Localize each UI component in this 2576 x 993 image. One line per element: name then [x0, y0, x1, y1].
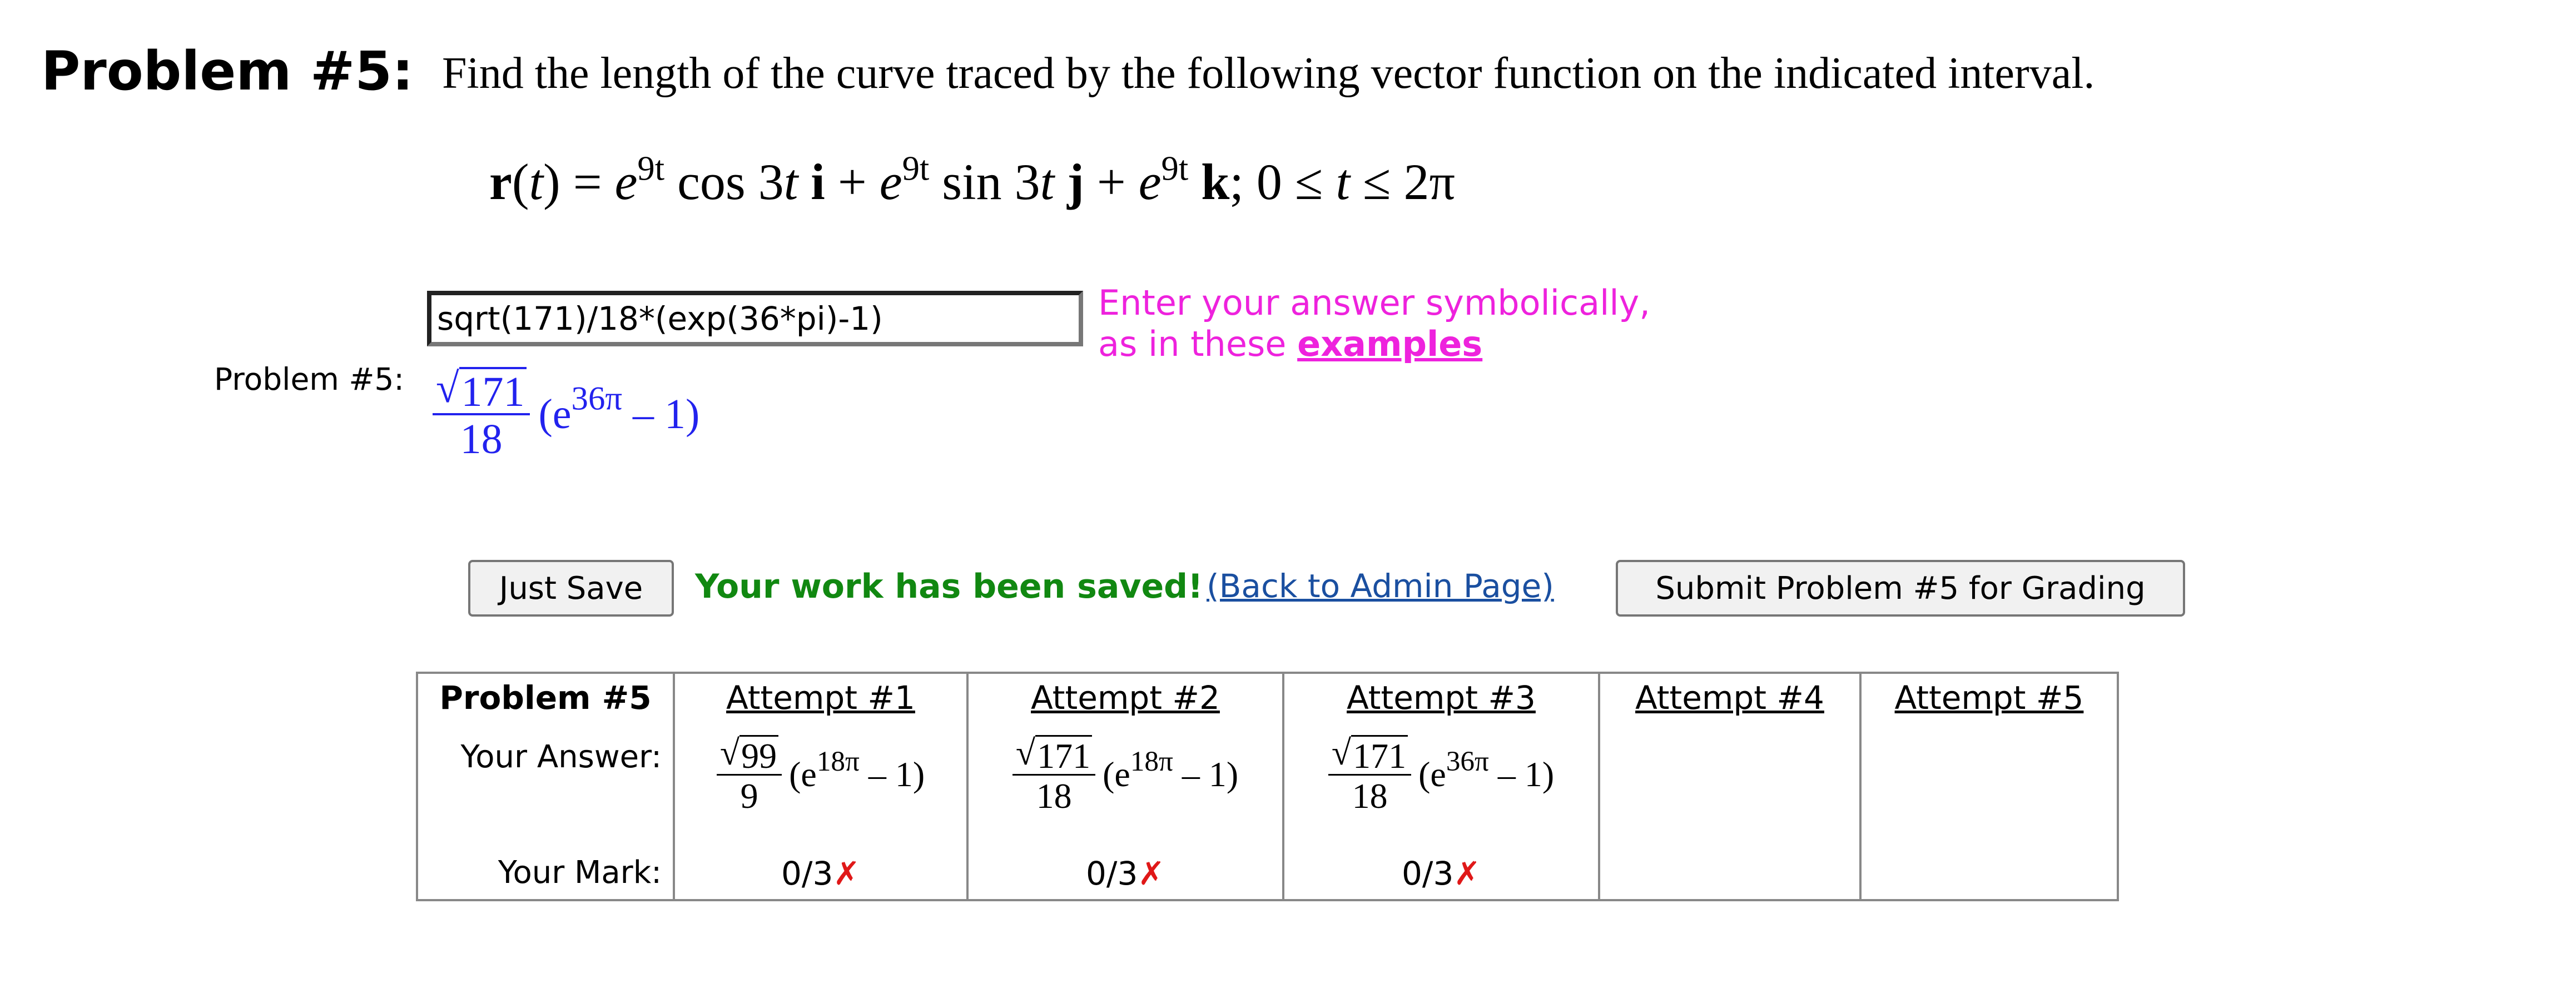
wrong-cross-icon: ✗ — [1453, 855, 1481, 892]
attempts-title: Problem #5 — [439, 679, 652, 717]
saved-message: Your work has been saved! — [695, 567, 1203, 606]
eq-sin: sin 3 — [942, 153, 1040, 210]
hint-line1: Enter your answer symbolically, — [1098, 282, 1650, 323]
answer-side-label: Problem #5: — [214, 361, 404, 397]
preview-radicand: 171 — [459, 367, 527, 413]
examples-link[interactable]: examples — [1297, 324, 1482, 364]
attempt-answer-2: √ 171 18 (e18π – 1) — [969, 735, 1282, 815]
preview-fraction: √ 171 18 — [433, 367, 530, 462]
eq-arg: (t) — [512, 153, 560, 210]
answer-preview: √ 171 18 (e36π – 1) — [433, 367, 699, 462]
vector-function-equation: r(t) = e9t cos 3t i + e9t sin 3t j + e9t… — [489, 148, 1455, 210]
attempt-mark-2: 0/3✗ — [1086, 855, 1165, 892]
problem-instruction: Find the length of the curve traced by t… — [442, 49, 2095, 98]
attempts-table: Problem #5 Your Answer: Your Mark: Attem… — [416, 672, 2119, 901]
eq-j: j — [1067, 153, 1084, 210]
eq-interval-start: ; 0 ≤ — [1229, 153, 1336, 210]
preview-tail: (e36π – 1) — [538, 380, 700, 438]
sqrt-icon: √ — [1331, 733, 1351, 772]
attempt-column-1: Attempt #1 √ 99 9 (e18π – 1) 0/3✗ — [673, 674, 966, 899]
sqrt-icon: √ — [1015, 733, 1035, 772]
eq-i: i — [811, 153, 825, 210]
attempt-column-2: Attempt #2 √ 171 18 (e18π – 1) 0/3✗ — [966, 674, 1282, 899]
attempt-column-4: Attempt #4 — [1598, 674, 1859, 899]
problem-label: Problem #5: — [41, 40, 414, 102]
eq-interval-t: t — [1336, 153, 1350, 210]
eq-e3: e — [1138, 153, 1162, 210]
eq-cos: cos 3 — [677, 153, 784, 210]
attempt-header-2[interactable]: Attempt #2 — [969, 682, 1282, 714]
your-mark-label: Your Mark: — [498, 855, 662, 891]
attempt-header-4[interactable]: Attempt #4 — [1600, 682, 1859, 714]
just-save-button[interactable]: Just Save — [468, 560, 674, 617]
attempt-answer-1: √ 99 9 (e18π – 1) — [675, 735, 966, 815]
attempt-header-1[interactable]: Attempt #1 — [675, 682, 966, 714]
eq-equals: = — [573, 153, 602, 210]
submit-for-grading-button[interactable]: Submit Problem #5 for Grading — [1616, 560, 2185, 617]
your-answer-label: Your Answer: — [460, 739, 662, 775]
eq-k: k — [1201, 153, 1230, 210]
sqrt-icon: √ — [719, 733, 739, 772]
eq-e1: e — [614, 153, 638, 210]
eq-exp2: 9t — [902, 148, 930, 188]
attempt-column-5: Attempt #5 — [1859, 674, 2117, 899]
attempt-mark-1: 0/3✗ — [781, 855, 860, 892]
eq-plus2: + — [1096, 153, 1126, 210]
attempt-answer-3: √ 171 18 (e36π – 1) — [1284, 735, 1598, 815]
eq-exp1: 9t — [637, 148, 665, 188]
answer-input[interactable] — [427, 291, 1083, 346]
back-to-admin-link[interactable]: (Back to Admin Page) — [1207, 570, 1554, 602]
sqrt-icon: √ — [436, 365, 459, 411]
eq-interval-end: ≤ 2π — [1350, 153, 1455, 210]
attempt-column-3: Attempt #3 √ 171 18 (e36π – 1) 0/3✗ — [1282, 674, 1598, 899]
attempts-label-column: Problem #5 Your Answer: Your Mark: — [418, 674, 673, 899]
eq-e2: e — [879, 153, 902, 210]
preview-denominator: 18 — [433, 413, 530, 462]
attempt-mark-3: 0/3✗ — [1402, 855, 1481, 892]
answer-hint: Enter your answer symbolically, as in th… — [1098, 282, 1650, 365]
eq-plus1: + — [837, 153, 867, 210]
wrong-cross-icon: ✗ — [833, 855, 860, 892]
attempt-header-5[interactable]: Attempt #5 — [1862, 682, 2117, 714]
attempt-header-3[interactable]: Attempt #3 — [1284, 682, 1598, 714]
hint-line2: as in these examples — [1098, 324, 1483, 364]
eq-r: r — [489, 153, 512, 210]
eq-exp3: 9t — [1161, 148, 1189, 188]
wrong-cross-icon: ✗ — [1138, 855, 1165, 892]
